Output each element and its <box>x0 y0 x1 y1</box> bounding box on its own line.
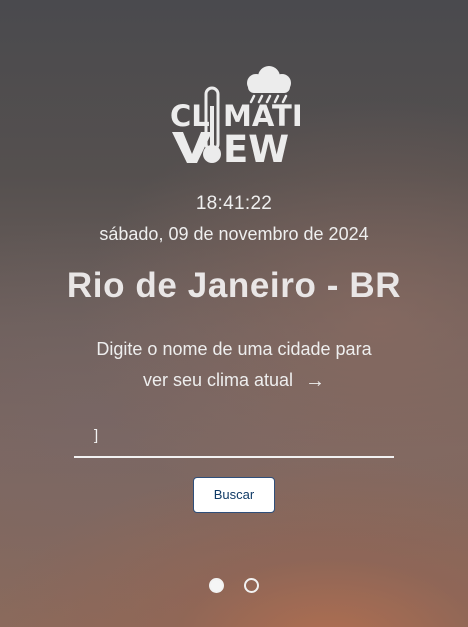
city-name: Rio de Janeiro - BR <box>66 266 402 305</box>
climate-view-logo: CL MATE EW <box>170 66 300 166</box>
cloud-rain-icon <box>247 66 291 104</box>
city-search-input[interactable] <box>74 418 394 454</box>
logo-text-ew: EW <box>223 128 289 166</box>
search-field-wrapper: ] <box>74 418 394 458</box>
current-date: sábado, 09 de novembro de 2024 <box>99 224 369 244</box>
search-prompt: Digite o nome de uma cidade para ver seu… <box>0 334 468 397</box>
arrow-right-icon: → <box>305 370 326 392</box>
pagination-dot-1[interactable] <box>209 578 224 593</box>
pagination-dot-2[interactable] <box>244 578 259 593</box>
prompt-line-2-text: ver seu clima atual <box>142 370 294 390</box>
search-button[interactable]: Buscar <box>193 477 275 513</box>
current-time: 18:41:22 <box>195 193 273 214</box>
logo-text-cl: CL <box>170 99 210 133</box>
prompt-line-1: Digite o nome de uma cidade para <box>96 339 372 359</box>
text-cursor: ] <box>94 427 99 444</box>
app-logo: CL MATE EW <box>168 66 300 166</box>
prompt-line-2: ver seu clima atual → <box>0 365 468 397</box>
